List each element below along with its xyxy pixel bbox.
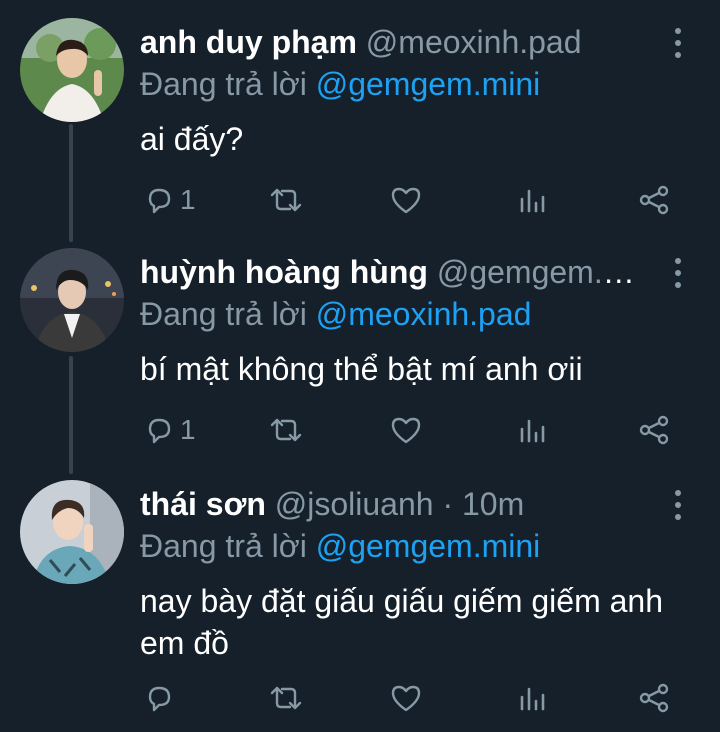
retweet-button[interactable] (268, 410, 304, 450)
reply-button[interactable] (144, 678, 180, 718)
reply-thread: anh duy phạm @meoxinh.pad Đang trả lời @… (0, 0, 720, 732)
reply-button[interactable]: 1 (144, 180, 196, 220)
replying-to-user-link[interactable]: @meoxinh.pad (316, 296, 532, 332)
replying-to: Đang trả lời @meoxinh.pad (140, 294, 531, 334)
tweet-text: ai đấy? (140, 121, 244, 157)
action-bar: 1 (140, 410, 680, 450)
retweet-icon (270, 686, 302, 710)
analytics-icon (520, 419, 545, 443)
retweet-button[interactable] (268, 180, 304, 220)
author-name[interactable]: thái sơn (140, 486, 266, 522)
reply-button[interactable]: 1 (144, 410, 196, 450)
tweet-text: nay bày đặt giấu giấu giếm giếm anh em đ… (140, 583, 664, 661)
avatar[interactable] (20, 248, 124, 352)
retweet-button[interactable] (268, 678, 304, 718)
tweet-header: huỳnh hoàng hùng @gemgem.mini (140, 252, 660, 292)
reply-icon (148, 188, 171, 214)
share-icon (639, 415, 669, 445)
analytics-button[interactable] (518, 410, 546, 450)
replying-to-label: Đang trả lời (140, 296, 307, 332)
replying-to: Đang trả lời @gemgem.mini (140, 526, 540, 566)
replying-to-user-link[interactable]: @gemgem.mini (316, 66, 541, 102)
tweet[interactable]: thái sơn @jsoliuanh · 10m Đang trả lời @… (0, 462, 720, 732)
reply-count: 1 (180, 184, 196, 215)
reply-icon (148, 686, 171, 712)
author-name[interactable]: anh duy phạm (140, 24, 357, 60)
replying-to-label: Đang trả lời (140, 66, 307, 102)
share-button[interactable] (638, 410, 670, 450)
tweet[interactable]: huỳnh hoàng hùng @gemgem.mini Đang trả l… (0, 230, 720, 462)
like-button[interactable] (390, 410, 422, 450)
like-icon (391, 417, 421, 444)
author-handle[interactable]: @jsoliuanh (275, 486, 434, 522)
share-icon (639, 683, 669, 713)
replying-to: Đang trả lời @gemgem.mini (140, 64, 540, 104)
share-icon (639, 185, 669, 215)
like-button[interactable] (390, 180, 422, 220)
like-icon (391, 685, 421, 712)
reply-icon (148, 418, 171, 444)
like-button[interactable] (390, 678, 422, 718)
tweet-header: thái sơn @jsoliuanh · 10m (140, 484, 660, 524)
author-handle[interactable]: @gemgem.mini (437, 254, 660, 290)
like-icon (391, 187, 421, 214)
retweet-icon (270, 418, 302, 442)
tweet-text: bí mật không thể bật mí anh ơii (140, 351, 583, 387)
share-button[interactable] (638, 678, 670, 718)
tweet[interactable]: anh duy phạm @meoxinh.pad Đang trả lời @… (0, 0, 720, 232)
avatar[interactable] (20, 18, 124, 122)
reply-count: 1 (180, 414, 196, 445)
replying-to-user-link[interactable]: @gemgem.mini (316, 528, 541, 564)
more-icon[interactable] (668, 256, 688, 290)
author-handle[interactable]: @meoxinh.pad (366, 24, 582, 60)
avatar[interactable] (20, 480, 124, 584)
retweet-icon (270, 188, 302, 212)
tweet-header: anh duy phạm @meoxinh.pad (140, 22, 660, 62)
replying-to-label: Đang trả lời (140, 528, 307, 564)
more-icon[interactable] (668, 488, 688, 522)
analytics-icon (520, 687, 545, 711)
analytics-button[interactable] (518, 180, 546, 220)
more-icon[interactable] (668, 26, 688, 60)
analytics-icon (520, 189, 545, 213)
author-name[interactable]: huỳnh hoàng hùng (140, 254, 428, 290)
analytics-button[interactable] (518, 678, 546, 718)
timestamp[interactable]: · 10m (442, 486, 524, 522)
action-bar (140, 678, 680, 718)
action-bar: 1 (140, 180, 680, 220)
share-button[interactable] (638, 180, 670, 220)
